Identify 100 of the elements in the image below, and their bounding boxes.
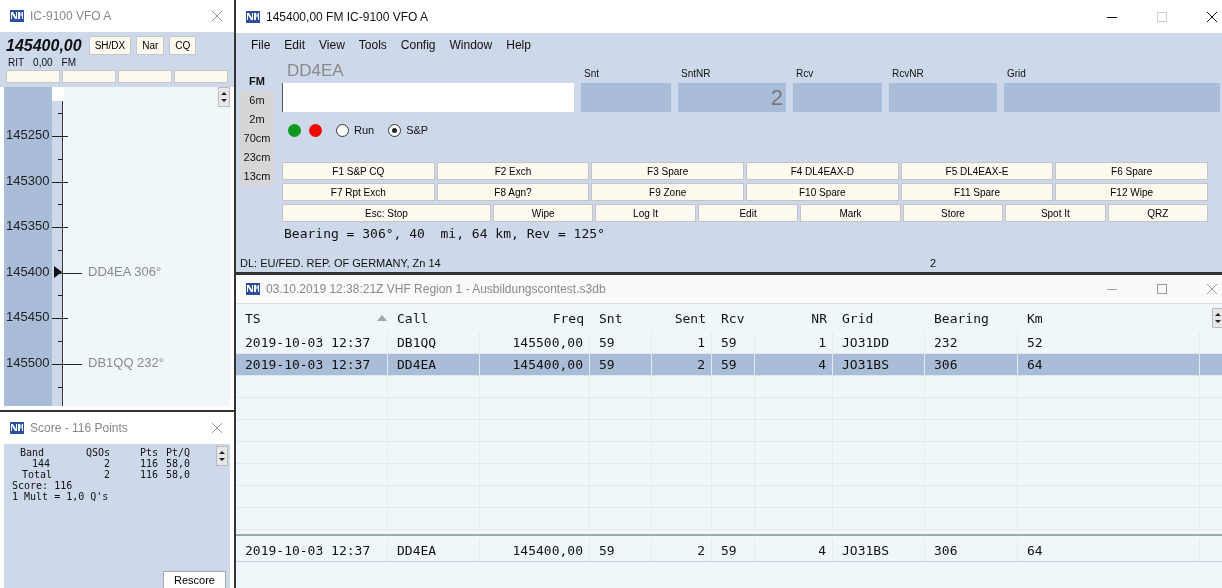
call-input-field[interactable]: [282, 83, 574, 112]
menu-item[interactable]: Config: [393, 38, 443, 52]
table-cell: 232: [934, 335, 958, 350]
column-header[interactable]: Grid: [842, 310, 874, 326]
tick-mark: [58, 158, 62, 160]
table-cell: 59: [721, 335, 737, 350]
table-cell-text: 116: [138, 458, 158, 469]
function-key-button[interactable]: F1 S&P CQ: [282, 162, 435, 180]
window-title: IC-9100 VFO A: [30, 9, 113, 23]
action-button[interactable]: Edit: [697, 204, 799, 222]
tick-mark: [58, 249, 62, 251]
score-text: 1 Mult = 1,0 Q's: [12, 491, 110, 502]
empty-field[interactable]: [6, 70, 60, 83]
column-header: QSOs: [84, 447, 110, 458]
app-logo-icon: [10, 422, 24, 434]
status-count: 2: [930, 257, 937, 269]
table-cell: DB1QQ: [397, 335, 437, 350]
log-row[interactable]: 2019-10-03 12:37 DD4EA 145400,00 59 2 59 4 JO31BS 306 64: [236, 354, 1222, 376]
menu-item[interactable]: Help: [499, 38, 538, 52]
empty-field[interactable]: [118, 70, 172, 83]
column-header[interactable]: Bearing: [934, 310, 989, 326]
app-logo-icon: [246, 10, 260, 23]
column-header[interactable]: Rcv: [721, 310, 745, 326]
spin-buttons[interactable]: [216, 446, 228, 466]
action-button[interactable]: Mark: [800, 204, 901, 222]
function-key-button[interactable]: F4 DL4EAX-D: [746, 162, 899, 180]
vfo-button[interactable]: Nar: [136, 36, 165, 55]
entry-field[interactable]: [581, 83, 671, 112]
column-header[interactable]: Km: [1027, 310, 1043, 326]
vfo-button[interactable]: CQ: [169, 36, 197, 55]
mode-radio[interactable]: Run: [336, 123, 375, 137]
table-cell: 59: [599, 542, 615, 558]
frequency-label: 145400: [6, 263, 50, 279]
band-button[interactable]: 70cm: [240, 129, 274, 148]
call-label: DD4EA: [286, 61, 345, 81]
table-cell: 2: [697, 542, 705, 558]
table-cell-text: 116: [138, 469, 158, 480]
function-key-button[interactable]: F10 Spare: [746, 183, 899, 201]
empty-field[interactable]: [62, 70, 116, 83]
rit-label: RIT: [8, 57, 25, 68]
band-button[interactable]: 6m: [240, 91, 274, 110]
tick-mark: [58, 204, 62, 206]
function-key-button[interactable]: F12 Wipe: [1055, 183, 1208, 201]
window-title: Score - 116 Points: [30, 421, 129, 435]
menu-item[interactable]: Tools: [351, 38, 394, 52]
empty-field[interactable]: [174, 70, 228, 83]
entry-field[interactable]: [1004, 83, 1220, 112]
band-button[interactable]: 2m: [240, 110, 274, 129]
action-button[interactable]: Spot It: [1005, 204, 1106, 222]
function-key-button[interactable]: F6 Spare: [1055, 162, 1208, 180]
function-key-button[interactable]: F2 Exch: [436, 162, 590, 180]
table-cell-text: 2: [102, 469, 110, 480]
function-key-button[interactable]: F5 DL4EAX-E: [900, 162, 1054, 180]
column-header: Pts: [138, 447, 158, 458]
field-label: RcvNR: [891, 68, 925, 79]
action-button[interactable]: Store: [902, 204, 1004, 222]
function-key-button[interactable]: F7 Rpt Exch: [282, 183, 435, 201]
band-button[interactable]: 23cm: [240, 148, 274, 167]
action-button[interactable]: Wipe: [493, 204, 594, 222]
maximize-icon[interactable]: [1156, 10, 1168, 23]
table-cell-text: 58,0: [165, 469, 192, 480]
close-icon[interactable]: [1206, 10, 1218, 23]
function-key-button[interactable]: F3 Spare: [591, 162, 744, 180]
spin-buttons[interactable]: [1212, 308, 1222, 328]
column-header[interactable]: Freq: [552, 310, 584, 326]
band-button[interactable]: 13cm: [240, 167, 274, 186]
column-header[interactable]: Sent: [674, 310, 706, 326]
table-cell: 59: [599, 357, 615, 372]
rescore-button[interactable]: Rescore: [163, 571, 226, 588]
function-key-button[interactable]: F8 Agn?: [436, 183, 590, 201]
table-cell: JO31BS: [842, 357, 889, 372]
vfo-button[interactable]: SH/DX: [88, 36, 132, 55]
spin-buttons[interactable]: [218, 87, 230, 107]
menu-item[interactable]: File: [244, 38, 278, 52]
column-header[interactable]: TS: [245, 310, 261, 326]
menu-item[interactable]: Window: [442, 38, 500, 52]
action-button[interactable]: Esc: Stop: [282, 204, 491, 222]
table-cell: 1: [697, 335, 705, 350]
entry-field[interactable]: [793, 83, 882, 112]
column-header: Pt/Q: [165, 447, 192, 458]
column-header[interactable]: NR: [811, 310, 827, 326]
leader-line: [68, 364, 82, 365]
table-cell: DD4EA: [397, 357, 437, 372]
tick-mark: [58, 386, 62, 388]
function-key-button[interactable]: F9 Zone: [591, 183, 744, 201]
table-cell: DD4EA: [397, 542, 437, 558]
frequency-display: 145400,00: [6, 36, 82, 55]
function-key-button[interactable]: F11 Spare: [900, 183, 1054, 201]
leader-line: [68, 272, 82, 274]
entry-field[interactable]: [889, 83, 997, 112]
action-button[interactable]: Log It: [595, 204, 696, 222]
menu-item[interactable]: View: [312, 38, 352, 52]
column-header[interactable]: Call: [397, 310, 429, 326]
action-button[interactable]: QRZ: [1107, 204, 1208, 222]
rit-value: 0,00: [33, 57, 53, 68]
mode-radio[interactable]: S&P: [388, 123, 429, 137]
menu-item[interactable]: Edit: [277, 38, 313, 52]
maximize-icon[interactable]: [1156, 283, 1168, 295]
table-cell: 1: [818, 335, 826, 350]
column-header[interactable]: Snt: [599, 310, 623, 326]
